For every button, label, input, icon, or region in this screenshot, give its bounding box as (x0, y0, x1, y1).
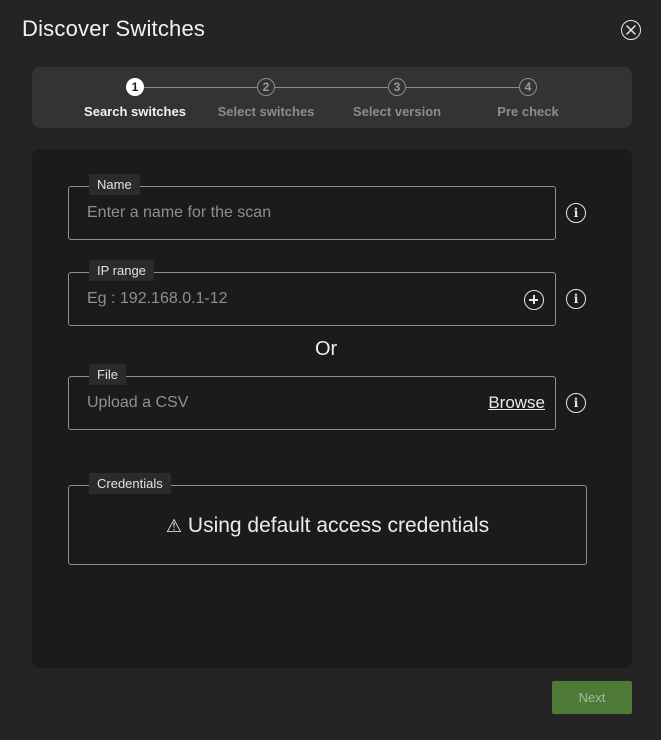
stepper: 1 2 3 4 Search switches Select switches … (32, 67, 632, 128)
browse-link[interactable]: Browse (488, 393, 545, 413)
name-field[interactable]: Name Enter a name for the scan (68, 174, 556, 240)
discover-switches-dialog: Discover Switches 1 2 3 4 Search switche… (0, 0, 661, 740)
credentials-label: Credentials (89, 473, 171, 494)
step-4-indicator: 4 (519, 78, 537, 96)
ip-range-label: IP range (89, 260, 154, 281)
next-button[interactable]: Next (552, 681, 632, 714)
name-label: Name (89, 174, 140, 195)
name-input[interactable]: Enter a name for the scan (87, 204, 271, 222)
credentials-message: ⚠ Using default access credentials (69, 514, 586, 538)
dialog-title: Discover Switches (22, 16, 206, 41)
or-separator: Or (315, 338, 338, 360)
info-icon[interactable]: i (566, 393, 586, 413)
info-icon[interactable]: i (566, 203, 586, 223)
step-1-indicator: 1 (126, 78, 144, 96)
step-connector (406, 87, 519, 88)
step-connector (144, 87, 257, 88)
info-icon[interactable]: i (566, 289, 586, 309)
step-2-label: Select switches (217, 104, 315, 119)
close-icon (626, 25, 636, 35)
warning-icon: ⚠ (165, 516, 183, 536)
step-2-indicator: 2 (257, 78, 275, 96)
step-3-indicator: 3 (388, 78, 406, 96)
step-1-label: Search switches (84, 104, 186, 119)
file-label: File (89, 364, 126, 385)
step-3-label: Select version (352, 104, 442, 119)
add-range-icon[interactable] (524, 290, 544, 310)
credentials-text: Using default access credentials (187, 514, 490, 537)
step-connector (275, 87, 388, 88)
credentials-box: Credentials ⚠ Using default access crede… (68, 473, 587, 565)
ip-range-input[interactable]: Eg : 192.168.0.1-12 (87, 290, 228, 308)
file-field[interactable]: File Upload a CSV Browse (68, 364, 556, 430)
ip-range-field[interactable]: IP range Eg : 192.168.0.1-12 (68, 260, 556, 326)
close-button[interactable] (621, 20, 641, 40)
file-input[interactable]: Upload a CSV (87, 394, 188, 412)
step-4-label: Pre check (497, 104, 559, 119)
